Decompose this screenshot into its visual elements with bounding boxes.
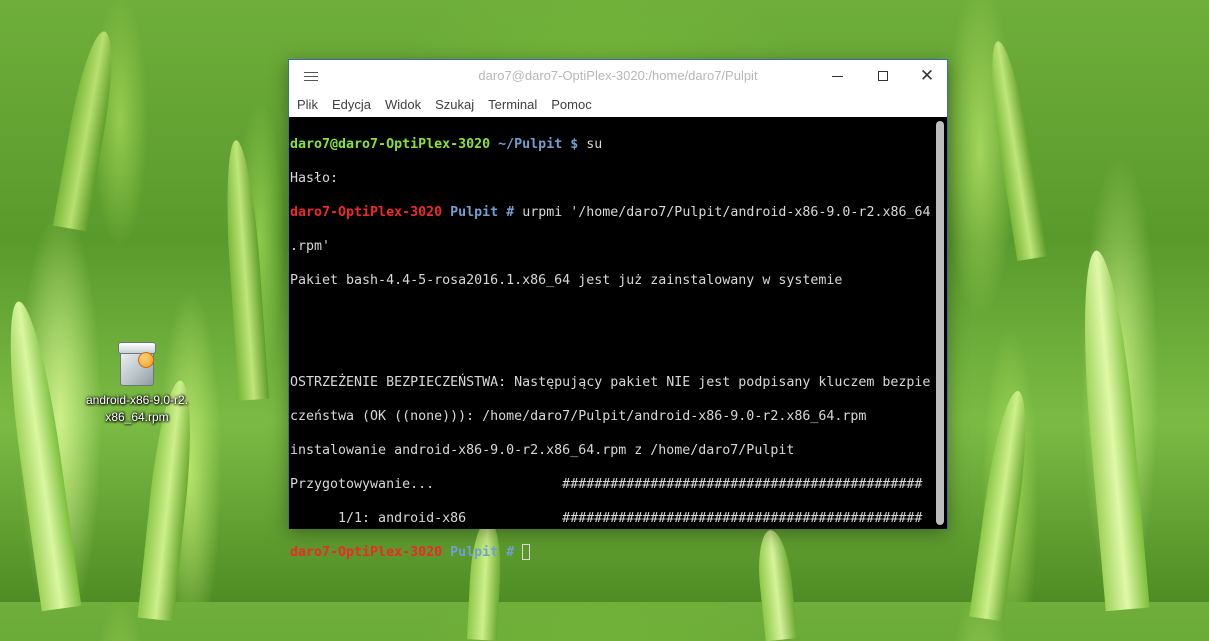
menu-edycja[interactable]: Edycja bbox=[332, 97, 371, 112]
grass-blade bbox=[0, 298, 82, 612]
grass-blade bbox=[52, 28, 122, 232]
close-icon: ✕ bbox=[919, 65, 935, 86]
prompt-path: ~/Pulpit bbox=[498, 137, 563, 152]
terminal-line: OSTRZEŻENIE BEZPIECZEŃSTWA: Następujący … bbox=[290, 375, 931, 390]
text-cursor bbox=[522, 544, 531, 560]
terminal-output: daro7@daro7-OptiPlex-3020 ~/Pulpit $ su … bbox=[290, 119, 930, 595]
maximize-button[interactable] bbox=[862, 60, 904, 92]
grass-blade bbox=[969, 388, 1035, 622]
terminal-line: .rpm' bbox=[290, 239, 331, 254]
prompt-symbol: # bbox=[506, 205, 515, 220]
terminal-line: instalowanie android-x86-9.0-r2.x86_64.r… bbox=[290, 443, 795, 458]
prompt-host: daro7-OptiPlex-3020 bbox=[290, 545, 443, 560]
desktop-file-icon[interactable]: android-x86-9.0-r2. x86_64.rpm bbox=[78, 340, 196, 426]
terminal-line: daro7@daro7-OptiPlex-3020 ~/Pulpit $ su bbox=[290, 136, 930, 153]
command-text: urpmi '/home/daro7/Pulpit/android-x86-9.… bbox=[514, 205, 931, 220]
menu-szukaj[interactable]: Szukaj bbox=[435, 97, 474, 112]
terminal-line: Pakiet bash-4.4-5-rosa2016.1.x86_64 jest… bbox=[290, 273, 843, 288]
command-text: su bbox=[578, 137, 603, 152]
prompt-userhost: daro7@daro7-OptiPlex-3020 bbox=[290, 137, 491, 152]
close-button[interactable]: ✕ bbox=[906, 60, 948, 92]
menu-widok[interactable]: Widok bbox=[385, 97, 421, 112]
package-icon bbox=[118, 340, 156, 386]
prompt-host: daro7-OptiPlex-3020 bbox=[290, 205, 443, 220]
menu-plik[interactable]: Plik bbox=[297, 97, 318, 112]
grass-blade bbox=[1074, 248, 1150, 612]
title-bar[interactable]: daro7@daro7-OptiPlex-3020:/home/daro7/Pu… bbox=[289, 60, 947, 92]
terminal-area[interactable]: daro7@daro7-OptiPlex-3020 ~/Pulpit $ su … bbox=[289, 117, 947, 560]
grass-blade bbox=[220, 139, 270, 401]
terminal-line: Przygotowywanie... #####################… bbox=[290, 477, 923, 492]
menu-bar: Plik Edycja Widok Szukaj Terminal Pomoc bbox=[289, 92, 947, 116]
grass-blade bbox=[982, 39, 1048, 261]
terminal-line: 1/1: android-x86 #######################… bbox=[290, 511, 923, 526]
terminal-line: Hasło: bbox=[290, 171, 339, 186]
prompt-symbol: # bbox=[506, 545, 515, 560]
terminal-line: czeństwa (OK ((none))): /home/daro7/Pulp… bbox=[290, 409, 867, 424]
desktop-file-label: android-x86-9.0-r2. x86_64.rpm bbox=[85, 393, 189, 424]
minimize-icon bbox=[831, 75, 843, 77]
minimize-button[interactable] bbox=[816, 60, 858, 92]
terminal-window: daro7@daro7-OptiPlex-3020:/home/daro7/Pu… bbox=[288, 59, 948, 560]
terminal-line: daro7-OptiPlex-3020 Pulpit # urpmi '/hom… bbox=[290, 204, 930, 221]
menu-pomoc[interactable]: Pomoc bbox=[551, 97, 591, 112]
menu-terminal[interactable]: Terminal bbox=[488, 97, 537, 112]
prompt-path: Pulpit bbox=[450, 205, 499, 220]
terminal-line: daro7-OptiPlex-3020 Pulpit # bbox=[290, 544, 930, 561]
terminal-scrollbar[interactable] bbox=[936, 121, 944, 525]
maximize-icon bbox=[878, 71, 888, 81]
prompt-path: Pulpit bbox=[450, 545, 499, 560]
